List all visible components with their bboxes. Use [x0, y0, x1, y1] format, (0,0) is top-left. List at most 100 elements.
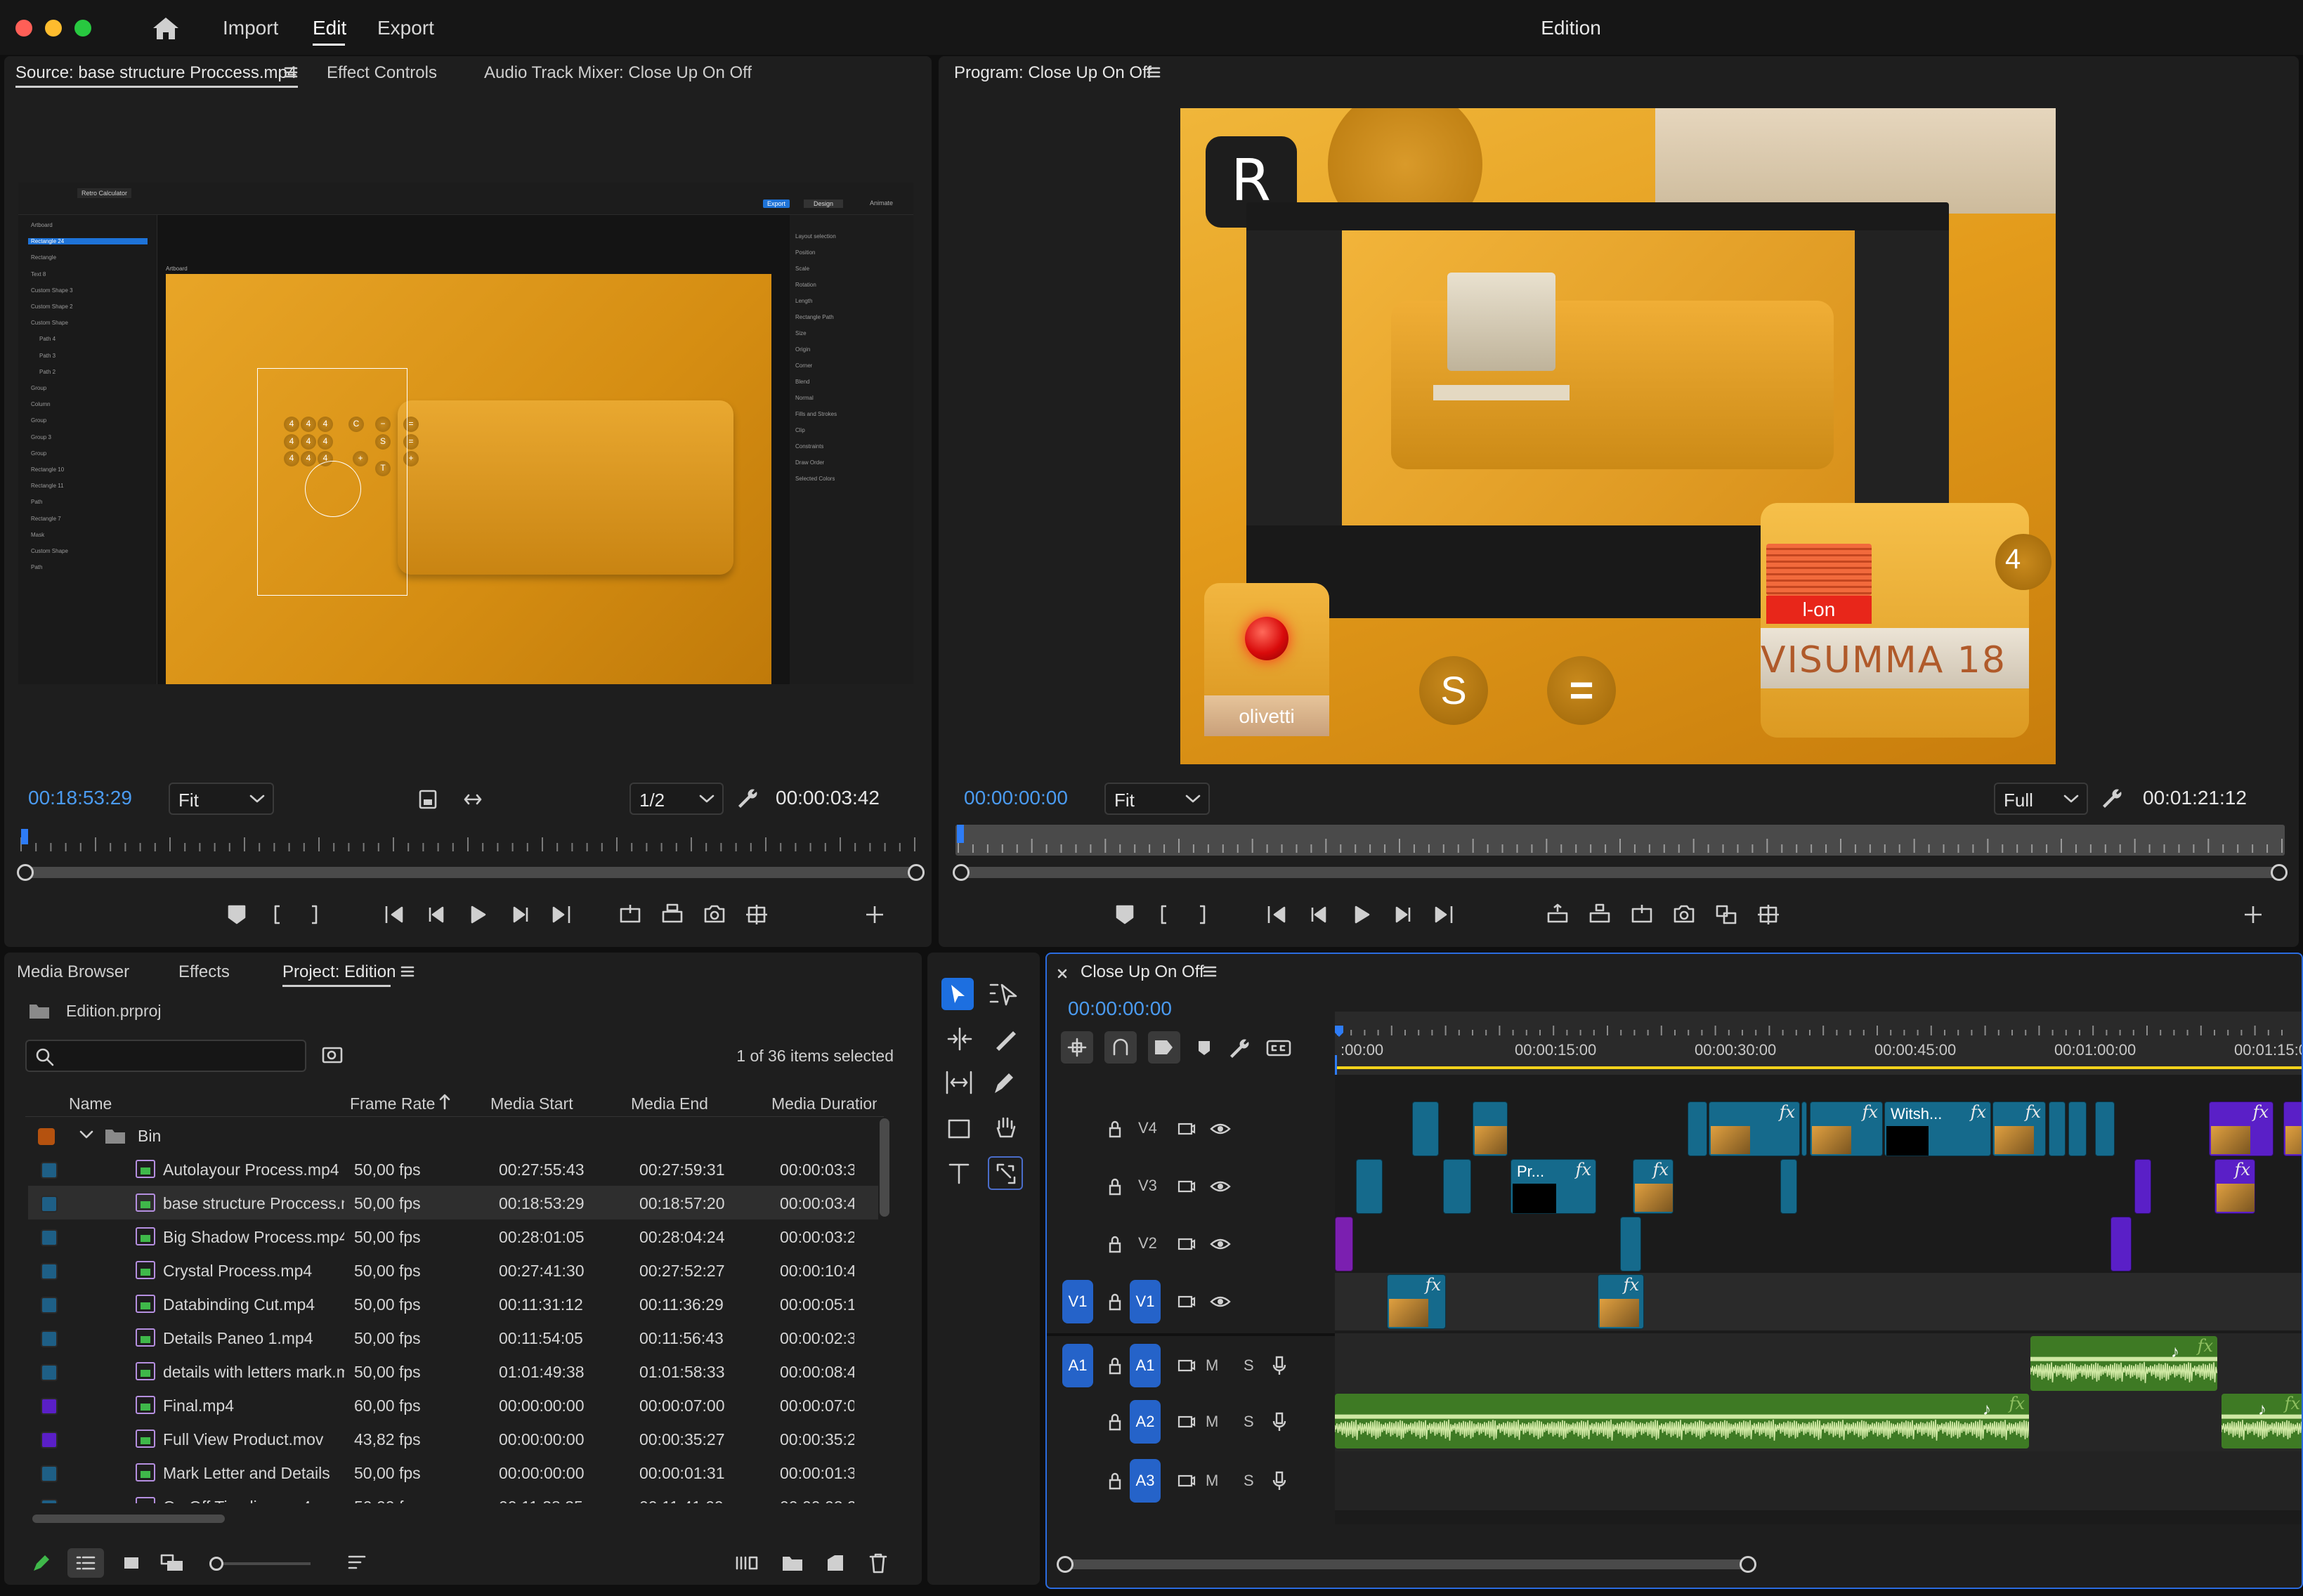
go-to-out-icon[interactable]	[1432, 903, 1456, 926]
label-color-swatch[interactable]	[41, 1263, 58, 1280]
sync-lock-icon[interactable]	[1177, 1358, 1196, 1373]
go-to-in-icon[interactable]	[382, 903, 406, 926]
lock-icon[interactable]	[1107, 1120, 1123, 1138]
tab-source[interactable]: Source: base structure Proccess.mp4	[15, 63, 296, 83]
program-zoom-scrollbar[interactable]	[953, 864, 2288, 881]
nest-toggle-button[interactable]	[1061, 1031, 1093, 1064]
scroll-handle-right[interactable]	[1740, 1556, 1756, 1573]
mark-in-icon[interactable]	[266, 903, 289, 926]
video-clip[interactable]	[2068, 1101, 2087, 1156]
sort-icons-icon[interactable]	[347, 1554, 367, 1572]
lock-icon[interactable]	[1107, 1177, 1123, 1196]
hand-icon[interactable]	[993, 1116, 1017, 1141]
label-color-swatch[interactable]	[41, 1465, 58, 1482]
label-color-swatch[interactable]	[41, 1297, 58, 1314]
scroll-handle-left[interactable]	[953, 864, 970, 881]
track-target-v2[interactable]: V2	[1138, 1234, 1157, 1252]
video-clip[interactable]: fx	[1709, 1101, 1800, 1156]
close-tab-icon[interactable]	[1057, 968, 1068, 979]
video-clip[interactable]	[1356, 1159, 1383, 1214]
mute-button[interactable]: M	[1206, 1356, 1218, 1375]
tab-program[interactable]: Program: Close Up On Off	[954, 63, 1152, 83]
source-resolution-dropdown[interactable]: 1/2	[629, 783, 724, 815]
mute-button[interactable]: M	[1206, 1472, 1218, 1490]
source-time-ruler[interactable]	[18, 829, 918, 857]
zoom-slider-handle[interactable]	[209, 1557, 223, 1571]
close-window-button[interactable]	[15, 20, 32, 37]
insert-overwrite-icon[interactable]	[419, 790, 437, 809]
sync-lock-icon[interactable]	[1177, 1473, 1196, 1489]
video-clip[interactable]	[1412, 1101, 1439, 1156]
label-color-swatch[interactable]	[41, 1398, 58, 1415]
new-item-icon[interactable]	[825, 1552, 846, 1574]
step-forward-icon[interactable]	[509, 903, 533, 926]
lock-icon[interactable]	[1107, 1356, 1123, 1375]
tab-media-browser[interactable]: Media Browser	[17, 962, 129, 982]
menu-export[interactable]: Export	[377, 17, 434, 39]
menu-edit[interactable]: Edit	[313, 17, 346, 39]
sync-lock-icon[interactable]	[1177, 1121, 1196, 1137]
video-clip[interactable]: Pr... fx	[1511, 1159, 1596, 1214]
pen-icon[interactable]	[992, 1071, 1016, 1096]
project-horizontal-scrollbar[interactable]	[32, 1515, 225, 1523]
export-frame-icon[interactable]	[703, 903, 726, 926]
home-icon[interactable]	[152, 15, 180, 41]
video-clip[interactable]: fx	[2209, 1101, 2273, 1156]
tab-effect-controls[interactable]: Effect Controls	[327, 63, 437, 83]
video-clip[interactable]: fx	[1633, 1159, 1674, 1214]
track-target-a2[interactable]: A2	[1130, 1400, 1161, 1444]
source-zoom-scrollbar[interactable]	[17, 864, 925, 881]
icon-view-icon[interactable]	[122, 1555, 141, 1571]
lock-icon[interactable]	[1107, 1413, 1123, 1431]
source-timecode[interactable]: 00:18:53:29	[28, 787, 132, 809]
source-patch-a1[interactable]: A1	[1062, 1344, 1093, 1387]
bin-color-swatch[interactable]	[38, 1128, 55, 1145]
video-clip[interactable]	[2049, 1101, 2066, 1156]
label-color-swatch[interactable]	[41, 1432, 58, 1448]
video-clip[interactable]: fx	[2283, 1101, 2302, 1156]
add-marker-icon[interactable]	[225, 903, 249, 926]
wrench-icon[interactable]	[738, 788, 759, 809]
list-view-button[interactable]	[67, 1548, 104, 1578]
add-button-icon[interactable]	[863, 903, 887, 926]
snap-button[interactable]	[1104, 1031, 1137, 1064]
zoom-window-button[interactable]	[74, 20, 91, 37]
sequence-tab[interactable]: Close Up On Off	[1081, 962, 1204, 982]
video-clip[interactable]: fx	[1387, 1274, 1446, 1329]
bin-row[interactable]: Bin	[25, 1118, 884, 1152]
eye-icon[interactable]	[1210, 1179, 1231, 1193]
comparison-view-icon[interactable]	[1714, 903, 1738, 926]
tab-project[interactable]: Project: Edition	[282, 962, 396, 982]
sync-lock-icon[interactable]	[1177, 1414, 1196, 1430]
project-vertical-scrollbar[interactable]	[880, 1118, 889, 1217]
add-marker-icon[interactable]	[1197, 1040, 1211, 1057]
project-item-row[interactable]: details with letters mark.mp4 50,00 fps 01…	[28, 1354, 878, 1388]
hamburger-icon[interactable]	[1147, 66, 1161, 79]
program-resolution-dropdown[interactable]: Full	[1994, 783, 2088, 815]
video-clip[interactable]	[1688, 1101, 1707, 1156]
video-clip[interactable]: Witsh... fx	[1884, 1101, 1991, 1156]
scroll-handle-left[interactable]	[17, 864, 34, 881]
timeline-timecode[interactable]: 00:00:00:00	[1068, 998, 1172, 1020]
project-item-row[interactable]: Mark Letter and Details 50,00 fps 00:00:00…	[28, 1456, 878, 1489]
tab-effects[interactable]: Effects	[178, 962, 230, 982]
label-color-swatch[interactable]	[41, 1229, 58, 1246]
mark-out-icon[interactable]	[302, 903, 326, 926]
video-clip[interactable]	[1335, 1217, 1353, 1271]
project-item-row[interactable]: Big Shadow Process.mp4 50,00 fps 00:28:01:…	[28, 1219, 878, 1253]
go-to-out-icon[interactable]	[549, 903, 573, 926]
program-fit-dropdown[interactable]: Fit	[1104, 783, 1210, 815]
timeline-horizontal-scrollbar[interactable]	[1057, 1556, 1756, 1573]
solo-button[interactable]: S	[1244, 1413, 1254, 1431]
solo-button[interactable]: S	[1244, 1356, 1254, 1375]
col-frame-rate[interactable]: Frame Rate	[350, 1094, 435, 1113]
col-media-duration[interactable]: Media Duration	[771, 1094, 877, 1113]
col-name[interactable]: Name	[69, 1094, 112, 1113]
razor-icon[interactable]	[992, 1027, 1017, 1052]
mute-button[interactable]: M	[1206, 1413, 1218, 1431]
rectangle-tool-icon[interactable]	[947, 1118, 971, 1139]
microphone-icon[interactable]	[1272, 1470, 1287, 1491]
safe-margins-icon[interactable]	[1756, 903, 1780, 926]
video-clip[interactable]: fx	[1598, 1274, 1644, 1329]
video-clip[interactable]: fx	[1810, 1101, 1883, 1156]
